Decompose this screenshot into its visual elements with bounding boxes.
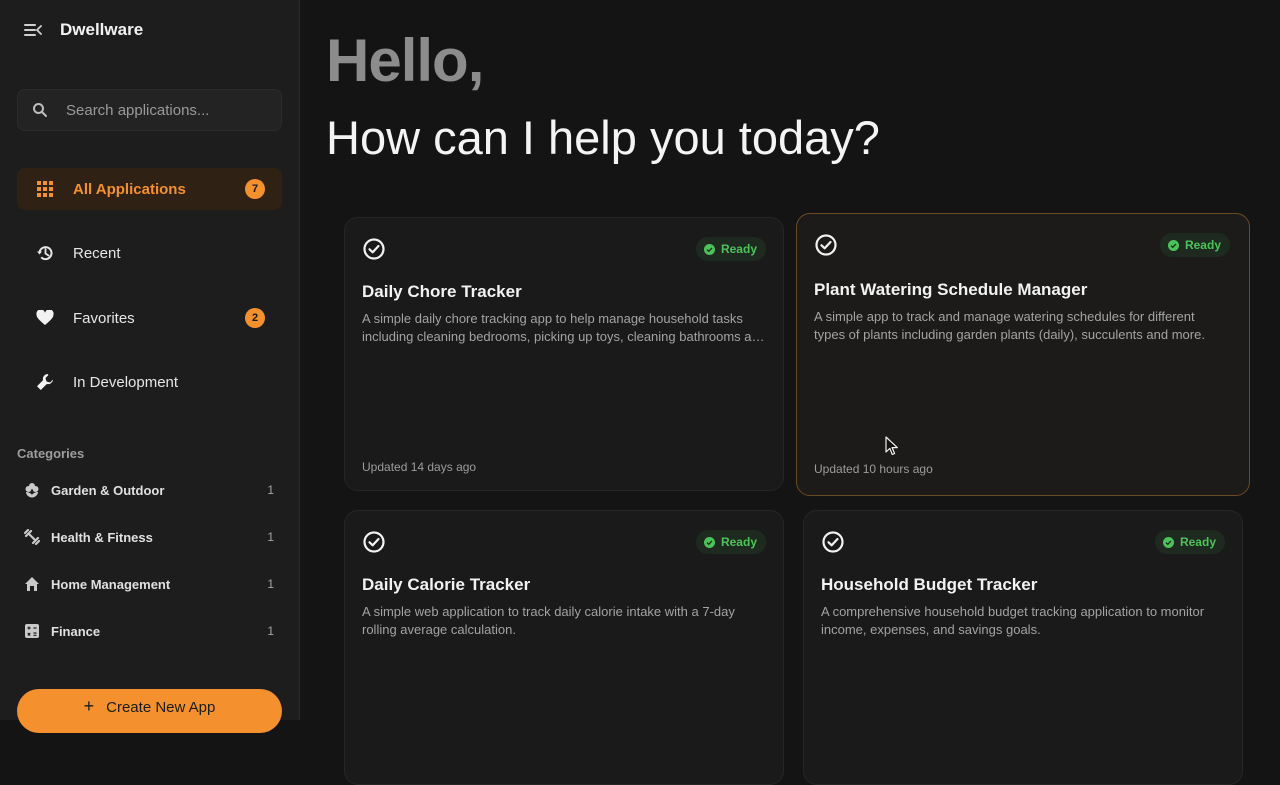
create-new-app-button[interactable]: + Create New App: [17, 689, 282, 733]
app-card-daily-chore-tracker[interactable]: Ready Daily Chore Tracker A simple daily…: [344, 217, 784, 491]
card-title: Daily Calorie Tracker: [362, 575, 531, 594]
card-title: Daily Chore Tracker: [362, 282, 522, 301]
status-check-icon: [1167, 239, 1179, 251]
check-circle-icon: [815, 234, 837, 256]
category-label: Health & Fitness: [51, 529, 153, 545]
card-title: Plant Watering Schedule Manager: [814, 280, 1088, 299]
status-badge: Ready: [1154, 530, 1225, 554]
search-box[interactable]: [17, 89, 282, 131]
nav-label: In Development: [73, 373, 179, 391]
count-badge: 2: [245, 308, 265, 328]
category-count: 1: [267, 577, 274, 591]
card-description: A comprehensive household budget trackin…: [821, 604, 1205, 637]
grid-icon: [36, 180, 54, 198]
greeting-subtitle: How can I help you today?: [326, 111, 880, 164]
card-title: Household Budget Tracker: [821, 575, 1038, 594]
app-card-household-budget-tracker[interactable]: Ready Household Budget Tracker A compreh…: [803, 510, 1243, 785]
home-icon: [24, 576, 40, 592]
category-count: 1: [267, 530, 274, 544]
plus-icon: +: [83, 695, 95, 716]
mouse-cursor-icon: [885, 436, 898, 456]
category-count: 1: [267, 624, 274, 638]
status-check-icon: [703, 536, 715, 548]
greeting-hello: Hello,: [326, 27, 484, 94]
app-card-plant-watering-schedule-manager[interactable]: Ready Plant Watering Schedule Manager A …: [796, 213, 1250, 496]
category-count: 1: [267, 483, 274, 497]
category-health-fitness[interactable]: Health & Fitness 1: [24, 527, 274, 547]
nav-label: All Applications: [73, 180, 186, 198]
status-text: Ready: [720, 242, 757, 256]
app-name: Dwellware: [60, 20, 144, 39]
status-check-icon: [703, 243, 715, 255]
nav-item-all-applications[interactable]: All Applications 7: [17, 168, 282, 210]
category-finance[interactable]: Finance 1: [24, 621, 274, 641]
nav-label: Favorites: [73, 309, 135, 327]
brand: Dwellware: [24, 18, 143, 42]
status-text: Ready: [1179, 535, 1216, 549]
status-text: Ready: [720, 535, 757, 549]
search-input[interactable]: [64, 100, 268, 120]
card-description: A simple daily chore tracking app to hel…: [362, 311, 766, 344]
category-label: Finance: [51, 623, 101, 639]
status-check-icon: [1162, 536, 1174, 548]
category-label: Garden & Outdoor: [51, 482, 165, 498]
heart-icon: [36, 309, 54, 327]
nav-item-favorites[interactable]: Favorites 2: [17, 297, 282, 339]
category-label: Home Management: [51, 576, 171, 592]
status-badge: Ready: [1159, 233, 1230, 257]
check-circle-icon: [363, 531, 385, 553]
app-card-daily-calorie-tracker[interactable]: Ready Daily Calorie Tracker A simple web…: [344, 510, 784, 785]
wrench-icon: [36, 373, 54, 391]
categories-heading: Categories: [17, 446, 85, 461]
card-description: A simple web application to track daily …: [362, 604, 735, 637]
card-updated: Updated 10 hours ago: [814, 462, 933, 476]
create-button-label: Create New App: [106, 698, 216, 716]
card-description: A simple app to track and manage waterin…: [814, 309, 1205, 342]
count-badge: 7: [245, 179, 265, 199]
dumbbell-icon: [24, 529, 40, 545]
check-circle-icon: [363, 238, 385, 260]
card-updated: Updated 14 days ago: [362, 460, 477, 474]
calculator-icon: [24, 623, 40, 639]
nav-label: Recent: [73, 244, 121, 262]
category-home-management[interactable]: Home Management 1: [24, 574, 274, 594]
status-badge: Ready: [695, 530, 766, 554]
history-icon: [36, 244, 54, 262]
nav-item-in-development[interactable]: In Development: [17, 361, 282, 403]
check-circle-icon: [822, 531, 844, 553]
status-badge: Ready: [695, 237, 766, 261]
search-icon: [33, 103, 47, 117]
status-text: Ready: [1184, 238, 1221, 252]
nav-item-recent[interactable]: Recent: [17, 232, 282, 274]
sidebar: Dwellware All Applications 7 Recent: [0, 0, 300, 733]
flower-icon: [24, 482, 40, 498]
category-garden-outdoor[interactable]: Garden & Outdoor 1: [24, 480, 274, 500]
collapse-sidebar-icon[interactable]: [24, 23, 42, 37]
